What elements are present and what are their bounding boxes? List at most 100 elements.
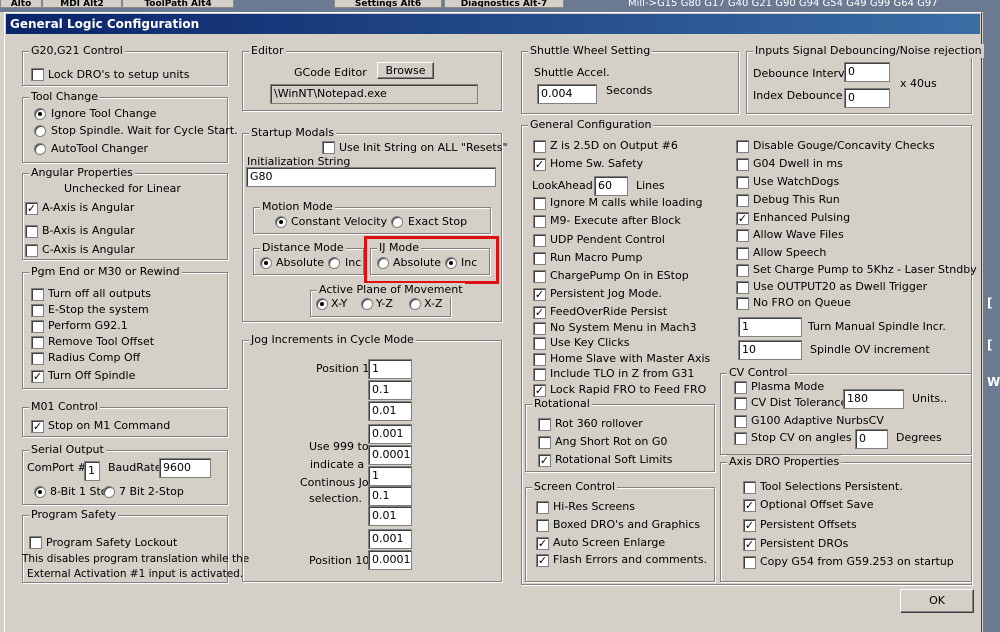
plane-xz-radio[interactable] [409,298,421,310]
plasma-mode-checkbox[interactable] [734,381,747,394]
stop-spindle-radio[interactable] [34,125,46,137]
pgm-end-checkbox[interactable] [31,320,44,333]
jog-increment-input[interactable]: 0.1 [368,486,412,506]
general-option-checkbox[interactable] [533,234,546,247]
jog-increment-input[interactable]: 0.01 [368,506,412,526]
jog-increment-input[interactable]: 0.0001 [368,445,412,465]
pgm-end-checkbox[interactable] [31,288,44,301]
jog-increment-input[interactable]: 0.1 [368,380,412,400]
auto-tool-changer-radio[interactable] [34,143,46,155]
plane-xy-radio[interactable] [316,298,328,310]
background-tab[interactable]: Alto [0,0,42,8]
general-option-label: Disable Gouge/Concavity Checks [753,139,935,152]
editor-path-field[interactable]: \WinNT\Notepad.exe [270,84,478,104]
distance-absolute-radio[interactable] [260,257,272,269]
jog-increment-input[interactable]: 0.01 [368,401,412,421]
background-tab[interactable]: Settings Alt6 [334,0,442,8]
baudrate-input[interactable]: 9600 [159,458,211,478]
exact-stop-radio[interactable] [391,216,403,228]
general-option-checkbox[interactable] [533,140,546,153]
stop-m1-checkbox[interactable]: ✓ [31,420,44,433]
lookahead-input[interactable]: 60 [594,176,628,196]
safety-title: Program Safety [29,508,119,522]
8bit-radio[interactable] [34,486,46,498]
general-option-checkbox[interactable] [736,140,749,153]
b-axis-checkbox[interactable] [25,225,38,238]
comport-input[interactable]: 1 [84,461,100,481]
axis-dro-label: Optional Offset Save [760,498,874,511]
general-option-checkbox[interactable] [736,247,749,260]
general-option-checkbox[interactable]: ✓ [736,212,749,225]
shuttle-accel-input[interactable]: 0.004 [537,84,597,104]
background-tab[interactable]: ToolPath Alt4 [122,0,234,8]
axis-dro-checkbox[interactable] [743,556,756,569]
general-option-checkbox[interactable] [533,337,546,350]
safety-lockout-checkbox[interactable] [29,536,42,549]
rotational-checkbox[interactable]: ✓ [538,454,551,467]
background-tab[interactable]: Diagnostics Alt-7 [444,0,564,8]
index-debounce-input[interactable]: 0 [844,88,890,108]
general-option-checkbox[interactable] [736,264,749,277]
plane-xy-label: X-Y [331,297,348,310]
pgm-end-checkbox[interactable] [31,304,44,317]
general-option-checkbox[interactable] [736,229,749,242]
pgm-end-checkbox[interactable]: ✓ [31,370,44,383]
general-option-checkbox[interactable]: ✓ [533,288,546,301]
c-axis-checkbox[interactable] [25,244,38,257]
distance-inc-radio[interactable] [328,257,340,269]
screen-checkbox[interactable]: ✓ [536,537,549,550]
general-option-checkbox[interactable] [533,368,546,381]
ignore-tool-change-radio[interactable] [34,108,46,120]
plane-yz-radio[interactable] [361,298,373,310]
stop-cv-checkbox[interactable] [734,432,747,445]
general-option-checkbox[interactable]: ✓ [533,384,546,397]
debounce-interval-input[interactable]: 0 [844,62,890,82]
jog-increment-input[interactable]: 1 [368,466,412,486]
general-option-checkbox[interactable] [736,297,749,310]
cv-dist-input[interactable]: 180 [843,389,904,409]
general-option-label: Use Key Clicks [550,336,630,349]
jog-increment-input[interactable]: 0.001 [368,424,412,444]
general-option-checkbox[interactable] [736,158,749,171]
lock-dro-checkbox[interactable] [31,68,44,81]
pgm-end-checkbox[interactable] [31,352,44,365]
pgm-end-checkbox[interactable] [31,336,44,349]
axis-dro-checkbox[interactable]: ✓ [743,499,756,512]
general-option-checkbox[interactable] [533,215,546,228]
jog-increment-input[interactable]: 0.0001 [368,550,412,570]
general-option-checkbox[interactable]: ✓ [533,306,546,319]
constant-velocity-radio[interactable] [275,216,287,228]
general-option-checkbox[interactable] [533,353,546,366]
background-tab[interactable]: MDI Alt2 [42,0,122,8]
g100-checkbox[interactable] [734,415,747,428]
general-option-checkbox[interactable] [533,270,546,283]
jog-increment-input[interactable]: 1 [368,359,412,379]
general-option-checkbox[interactable] [533,322,546,335]
init-all-resets-checkbox[interactable] [322,141,335,154]
ok-button[interactable]: OK [900,589,974,613]
screen-checkbox[interactable]: ✓ [536,554,549,567]
general-option-checkbox[interactable]: ✓ [533,158,546,171]
screen-checkbox[interactable] [536,501,549,514]
cv-dist-checkbox[interactable] [734,397,747,410]
spindle-ov-input[interactable]: 10 [738,340,802,360]
spindle-incr-input[interactable]: 1 [738,317,802,337]
axis-dro-checkbox[interactable] [743,481,756,494]
screen-checkbox[interactable] [536,519,549,532]
general-option-checkbox[interactable] [736,176,749,189]
a-axis-checkbox[interactable]: ✓ [25,202,38,215]
general-option-checkbox[interactable] [736,281,749,294]
axis-dro-checkbox[interactable]: ✓ [743,519,756,532]
7bit-radio[interactable] [103,486,115,498]
general-option-checkbox[interactable] [533,252,546,265]
general-option-checkbox[interactable] [736,194,749,207]
browse-button[interactable]: Browse [377,62,434,79]
init-string-input[interactable]: G80 [246,167,496,187]
rotational-checkbox[interactable] [538,436,551,449]
rotational-checkbox[interactable] [538,418,551,431]
general-option-checkbox[interactable] [533,197,546,210]
axis-dro-checkbox[interactable]: ✓ [743,538,756,551]
jog-increment-input[interactable]: 0.001 [368,529,412,549]
general-option-label: Lock Rapid FRO to Feed FRO [550,383,707,396]
stop-cv-angle-input[interactable]: 0 [855,429,888,449]
